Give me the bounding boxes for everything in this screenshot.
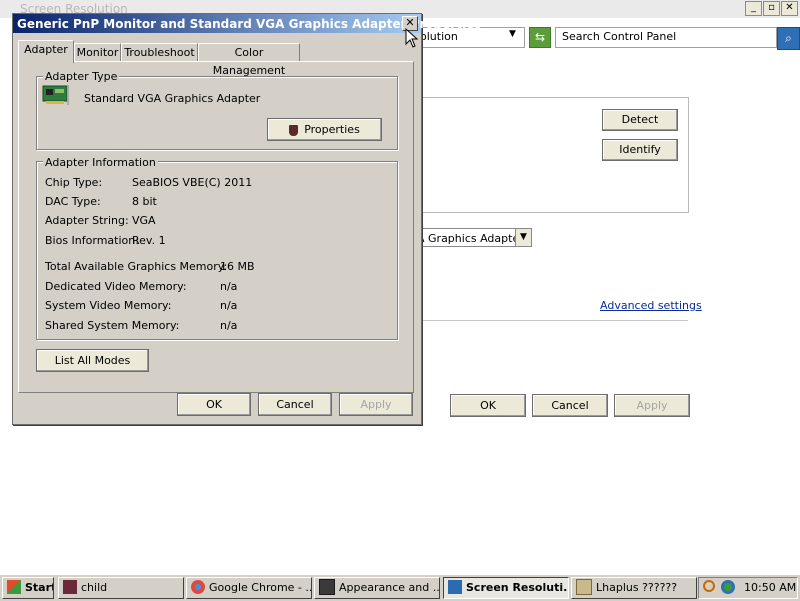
properties-button[interactable]: Properties	[267, 118, 382, 141]
system-memory-label: System Video Memory:	[45, 299, 172, 312]
adapter-name: Standard VGA Graphics Adapter	[84, 92, 261, 105]
taskbar-item-lhaplus[interactable]: Lhaplus ??????	[571, 577, 697, 599]
search-placeholder: Search Control Panel	[562, 30, 677, 43]
bios-info-value: Rev. 1	[132, 234, 166, 247]
properties-dialog: Generic PnP Monitor and Standard VGA Gra…	[12, 13, 481, 425]
total-memory-value: 16 MB	[220, 260, 255, 273]
maximize-button[interactable]: ▫	[763, 1, 780, 16]
detect-button[interactable]: Detect	[602, 109, 678, 131]
dac-type-value: 8 bit	[132, 195, 157, 208]
address-bar-text: olution	[420, 30, 458, 43]
tab-troubleshoot[interactable]: Troubleshoot	[121, 43, 198, 62]
dedicated-memory-value: n/a	[220, 280, 238, 293]
adapter-string-value: VGA	[132, 214, 156, 227]
chip-type-value: SeaBIOS VBE(C) 2011	[132, 176, 253, 189]
taskbar-item-chrome[interactable]: Google Chrome - ...	[186, 577, 312, 599]
clock[interactable]: 10:50 AM	[744, 581, 796, 594]
total-memory-label: Total Available Graphics Memory:	[45, 260, 228, 273]
apply-button[interactable]: Apply	[339, 393, 413, 416]
identify-button[interactable]: Identify	[602, 139, 678, 161]
start-button[interactable]: Start	[2, 577, 54, 599]
search-tray-icon[interactable]	[703, 580, 715, 592]
tab-color-management[interactable]: Color Management	[198, 43, 300, 77]
taskbar-item-label: Screen Resoluti...	[466, 581, 569, 594]
cancel-button[interactable]: Cancel	[258, 393, 332, 416]
bg-cancel-button[interactable]: Cancel	[532, 394, 608, 417]
taskbar-item-label: Appearance and ...	[339, 581, 440, 594]
dedicated-memory-label: Dedicated Video Memory:	[45, 280, 187, 293]
mouse-cursor-icon	[405, 28, 419, 48]
taskbar-item-child[interactable]: child	[58, 577, 184, 599]
taskbar: Start child Google Chrome - ... Appearan…	[0, 574, 800, 601]
network-icon[interactable]	[721, 580, 735, 594]
chrome-icon	[191, 580, 205, 594]
bg-apply-button[interactable]: Apply	[614, 394, 690, 417]
close-window-button[interactable]: ✕	[781, 1, 798, 16]
dac-type-label: DAC Type:	[45, 195, 101, 208]
adapter-info-group-label: Adapter Information	[43, 156, 158, 169]
properties-button-label: Properties	[304, 123, 360, 136]
tab-adapter[interactable]: Adapter	[18, 40, 74, 63]
chevron-down-icon[interactable]: ▼	[509, 29, 516, 39]
display-dropdown-value: A Graphics Adapter	[417, 232, 524, 245]
divider	[415, 320, 688, 321]
shield-icon	[289, 124, 299, 136]
adapter-type-group-label: Adapter Type	[43, 70, 120, 83]
taskbar-item-appearance[interactable]: Appearance and ...	[314, 577, 440, 599]
taskbar-item-label: Google Chrome - ...	[209, 581, 312, 594]
taskbar-item-label: Lhaplus ??????	[596, 581, 678, 594]
bios-info-label: Bios Information:	[45, 234, 139, 247]
screen-resolution-icon	[448, 580, 462, 594]
system-memory-value: n/a	[220, 299, 238, 312]
shared-memory-label: Shared System Memory:	[45, 319, 180, 332]
graphics-card-icon	[42, 85, 69, 105]
monitor-icon	[319, 579, 335, 595]
taskbar-item-screen-resolution[interactable]: Screen Resoluti...	[443, 577, 569, 599]
minimize-button[interactable]: _	[745, 1, 762, 16]
bg-ok-button[interactable]: OK	[450, 394, 526, 417]
list-all-modes-button[interactable]: List All Modes	[36, 349, 149, 372]
taskbar-item-label: child	[81, 581, 108, 594]
refresh-icon[interactable]: ⇆	[529, 27, 551, 48]
chip-type-label: Chip Type:	[45, 176, 103, 189]
chevron-down-icon[interactable]: ▼	[515, 228, 532, 247]
adapter-string-label: Adapter String:	[45, 214, 129, 227]
app-icon	[63, 580, 77, 594]
windows-logo-icon	[7, 580, 21, 594]
search-icon[interactable]: ⌕	[777, 27, 800, 50]
start-label: Start	[25, 581, 54, 594]
archive-icon	[576, 579, 592, 595]
ok-button[interactable]: OK	[177, 393, 251, 416]
tab-monitor[interactable]: Monitor	[74, 43, 121, 62]
shared-memory-value: n/a	[220, 319, 238, 332]
advanced-settings-link[interactable]: Advanced settings	[600, 299, 702, 312]
